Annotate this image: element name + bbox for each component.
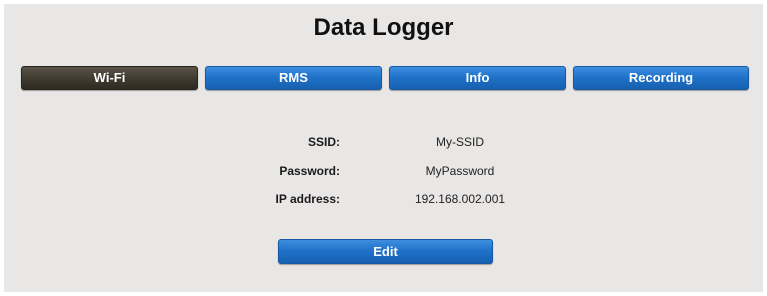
password-label: Password: (279, 164, 340, 178)
ip-address-label: IP address: (275, 192, 340, 206)
page-title: Data Logger (313, 14, 454, 41)
ip-address-value: 192.168.002.001 (414, 192, 506, 206)
ssid-value: My-SSID (436, 135, 484, 149)
tab-rms[interactable]: RMS (205, 66, 382, 90)
tab-wifi[interactable]: Wi-Fi (21, 66, 198, 90)
edit-button[interactable]: Edit (278, 239, 493, 264)
ssid-label: SSID: (307, 135, 340, 149)
tab-recording[interactable]: Recording (573, 66, 749, 90)
password-value: MyPassword (425, 164, 495, 178)
tab-info[interactable]: Info (389, 66, 566, 90)
